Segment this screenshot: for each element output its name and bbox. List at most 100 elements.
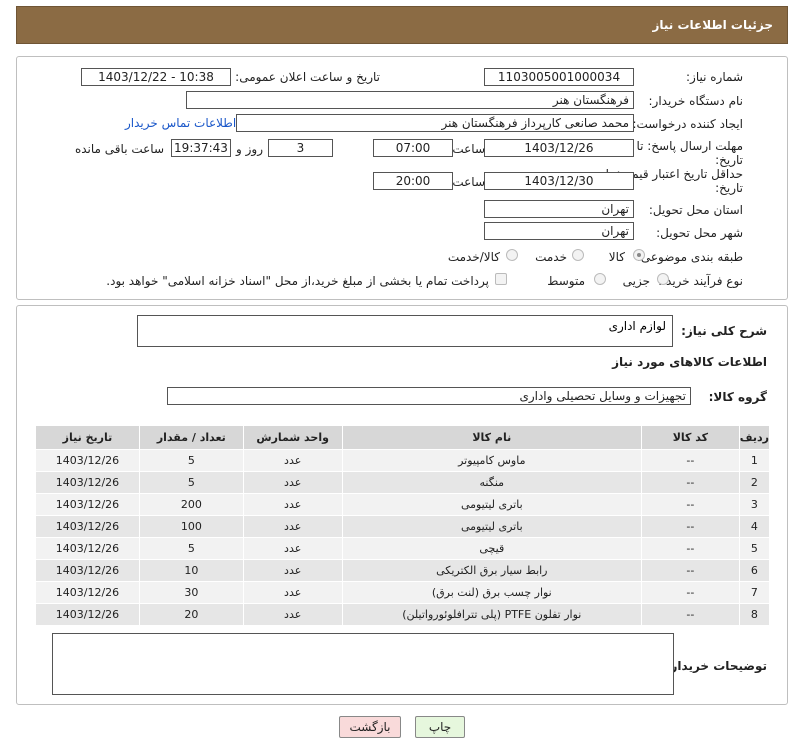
announce-datetime-label: تاریخ و ساعت اعلان عمومی: — [235, 70, 380, 84]
buyer-org-field: فرهنگستان هنر — [186, 91, 634, 109]
announce-datetime-field: 1403/12/22 - 10:38 — [81, 68, 231, 86]
category-goods-radio[interactable] — [633, 249, 645, 261]
cell-item-name: نوار چسب برق (لنت برق) — [341, 581, 643, 604]
table-row: 3 -- باتری لیتیومی عدد 200 1403/12/26 — [35, 493, 771, 516]
cell-need-date: 1403/12/26 — [35, 581, 140, 604]
cell-quantity: 5 — [138, 449, 244, 472]
cell-quantity: 5 — [138, 537, 244, 560]
reply-deadline-label: مهلت ارسال پاسخ: تا — [636, 139, 743, 153]
general-desc-label: شرح کلی نیاز: — [681, 324, 767, 338]
cell-need-date: 1403/12/26 — [35, 449, 140, 472]
goods-group-label: گروه کالا: — [708, 390, 767, 404]
cell-need-date: 1403/12/26 — [35, 471, 140, 494]
cell-item-code: -- — [641, 515, 740, 538]
cell-item-name: رابط سیار برق الکتریکی — [341, 559, 643, 582]
items-heading: اطلاعات کالاهای مورد نیاز — [612, 355, 767, 369]
days-label: روز و — [236, 142, 263, 156]
price-validity-date-label: تاریخ: — [715, 181, 743, 195]
cell-item-name: باتری لیتیومی — [341, 493, 643, 516]
reply-deadline-date: 1403/12/26 — [484, 139, 634, 157]
cell-quantity: 5 — [138, 471, 244, 494]
col-header-unit: واحد شمارش — [242, 425, 343, 450]
purchase-type-label: نوع فرآیند خرید : — [658, 274, 743, 288]
cell-quantity: 100 — [138, 515, 244, 538]
cell-unit: عدد — [242, 449, 343, 472]
cell-quantity: 200 — [138, 493, 244, 516]
items-table: ردیف کد کالا نام کالا واحد شمارش تعداد /… — [35, 425, 771, 626]
cell-unit: عدد — [242, 537, 343, 560]
purchase-minor-label: جزیی — [622, 274, 650, 288]
cell-row-number: 8 — [738, 603, 771, 626]
cell-need-date: 1403/12/26 — [35, 537, 140, 560]
table-row: 5 -- قیچی عدد 5 1403/12/26 — [35, 537, 771, 560]
page-header: جزئیات اطلاعات نیاز — [16, 6, 788, 44]
purchase-medium-label: متوسط — [547, 274, 585, 288]
category-both-label: کالا/خدمت — [447, 250, 500, 264]
cell-item-name: ماوس کامپیوتر — [341, 449, 643, 472]
cell-quantity: 30 — [138, 581, 244, 604]
reply-time-label: ساعت — [452, 142, 485, 156]
delivery-city-label: شهر محل تحویل: — [656, 226, 743, 240]
table-row: 7 -- نوار چسب برق (لنت برق) عدد 30 1403/12/26 — [35, 581, 771, 604]
category-service-radio[interactable] — [572, 249, 584, 261]
delivery-province-field: تهران — [484, 200, 634, 218]
cell-item-code: -- — [641, 537, 740, 560]
buyer-org-label: نام دستگاه خریدار: — [648, 94, 744, 108]
buyer-notes-label: توضیحات خریدار: — [665, 659, 767, 673]
cell-row-number: 5 — [738, 537, 771, 560]
table-row: 8 -- نوار تفلون PTFE (پلی تترافلوئورواتیلن… — [35, 603, 771, 626]
cell-unit: عدد — [242, 581, 343, 604]
treasury-payment-note: پرداخت تمام یا بخشی از مبلغ خرید،از محل … — [106, 274, 489, 288]
cell-unit: عدد — [242, 559, 343, 582]
col-header-item-code: کد کالا — [641, 425, 740, 450]
cell-quantity: 20 — [138, 603, 244, 626]
cell-item-name: باتری لیتیومی — [341, 515, 643, 538]
cell-row-number: 6 — [738, 559, 771, 582]
general-desc-field[interactable]: لوازم اداری — [137, 315, 673, 347]
cell-item-code: -- — [641, 471, 740, 494]
price-time-label: ساعت — [452, 175, 485, 189]
category-both-radio[interactable] — [506, 249, 518, 261]
cell-row-number: 1 — [738, 449, 771, 472]
price-validity-date: 1403/12/30 — [484, 172, 634, 190]
col-header-quantity: تعداد / مقدار — [138, 425, 244, 450]
purchase-minor-radio[interactable] — [657, 273, 669, 285]
cell-item-code: -- — [641, 603, 740, 626]
treasury-payment-checkbox[interactable] — [495, 273, 507, 285]
requester-field: محمد صانعی کارپرداز فرهنگستان هنر — [236, 114, 634, 132]
table-row: 2 -- منگنه عدد 5 1403/12/26 — [35, 471, 771, 494]
back-button[interactable]: بازگشت — [339, 716, 401, 738]
need-number-field: 1103005001000034 — [484, 68, 634, 86]
table-row: 4 -- باتری لیتیومی عدد 100 1403/12/26 — [35, 515, 771, 538]
purchase-medium-radio[interactable] — [594, 273, 606, 285]
need-number-label: شماره نیاز: — [686, 70, 743, 84]
cell-unit: عدد — [242, 493, 343, 516]
table-header-row: ردیف کد کالا نام کالا واحد شمارش تعداد /… — [35, 425, 771, 450]
cell-item-code: -- — [641, 493, 740, 516]
reply-deadline-date-label: تاریخ: — [715, 153, 743, 167]
remaining-time: 19:37:43 — [171, 139, 231, 157]
category-service-label: خدمت — [535, 250, 567, 264]
cell-item-code: -- — [641, 581, 740, 604]
goods-group-field: تجهیزات و وسایل تحصیلی واداری — [167, 387, 691, 405]
table-row: 1 -- ماوس کامپیوتر عدد 5 1403/12/26 — [35, 449, 771, 472]
table-row: 6 -- رابط سیار برق الکتریکی عدد 10 1403/12/26 — [35, 559, 771, 582]
reply-deadline-time: 07:00 — [373, 139, 453, 157]
cell-item-code: -- — [641, 449, 740, 472]
delivery-city-field: تهران — [484, 222, 634, 240]
cell-unit: عدد — [242, 603, 343, 626]
delivery-province-label: استان محل تحویل: — [648, 203, 743, 217]
cell-row-number: 2 — [738, 471, 771, 494]
buyer-notes-field[interactable] — [52, 633, 674, 695]
print-button[interactable]: چاپ — [415, 716, 465, 738]
remaining-label: ساعت باقی مانده — [74, 142, 164, 156]
cell-item-name: قیچی — [341, 537, 643, 560]
cell-row-number: 3 — [738, 493, 771, 516]
cell-item-name: نوار تفلون PTFE (پلی تترافلوئورواتیلن) — [341, 603, 643, 626]
page-title: جزئیات اطلاعات نیاز — [652, 18, 773, 32]
col-header-need-date: تاریخ نیاز — [35, 425, 140, 450]
cell-need-date: 1403/12/26 — [35, 603, 140, 626]
buyer-contact-link[interactable]: اطلاعات تماس خریدار — [125, 116, 236, 130]
requester-label: ایجاد کننده درخواست: — [632, 117, 743, 131]
cell-need-date: 1403/12/26 — [35, 493, 140, 516]
